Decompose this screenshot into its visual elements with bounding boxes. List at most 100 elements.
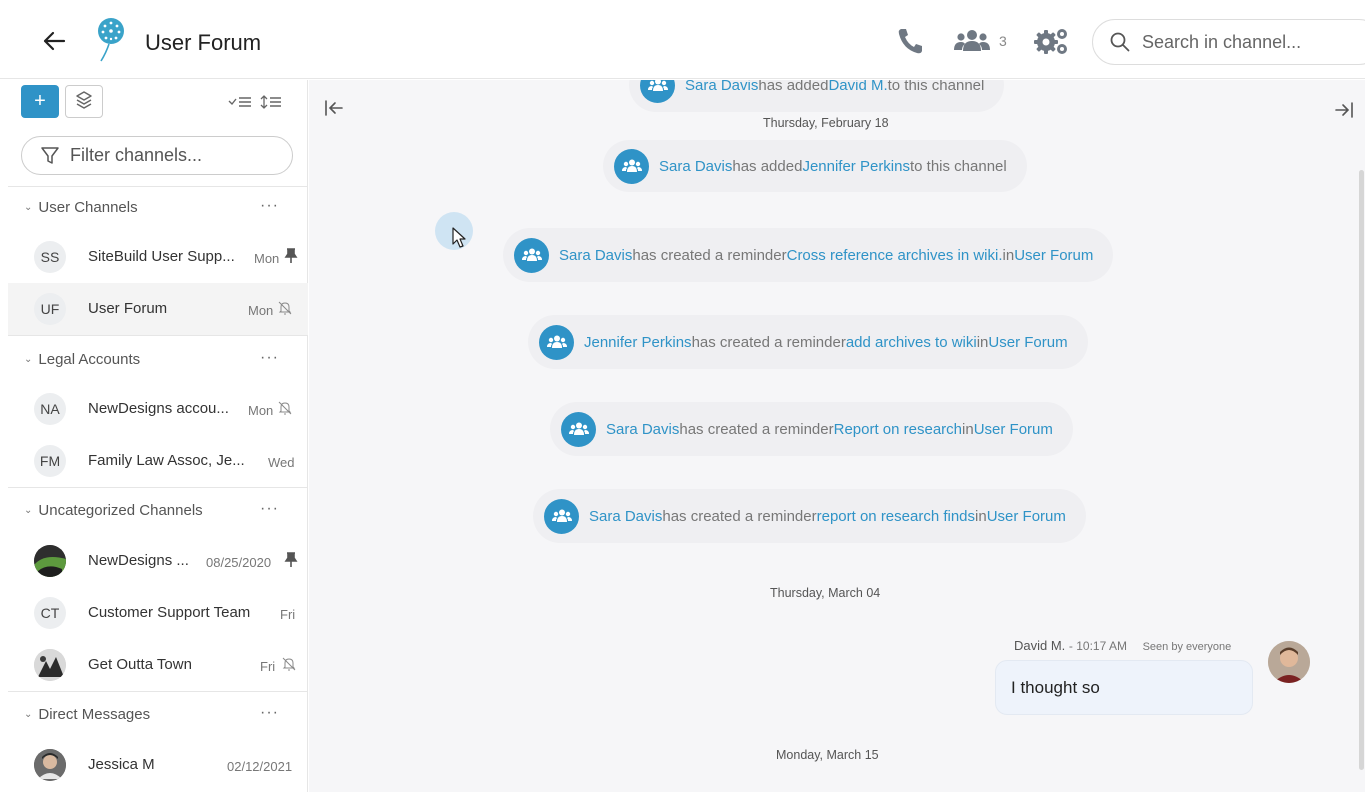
channel-item-jessica-m[interactable]: Jessica M 02/12/2021 bbox=[8, 739, 308, 791]
travel-photo-icon bbox=[34, 649, 66, 681]
pin-icon bbox=[284, 248, 298, 263]
event-suffix: to this channel bbox=[887, 80, 985, 94]
channel-link[interactable]: User Forum bbox=[988, 334, 1067, 351]
section-header-direct-messages[interactable]: ⌄ Direct Messages ··· bbox=[8, 694, 308, 734]
event-actor-link[interactable]: Sara Davis bbox=[659, 158, 732, 175]
channel-item-get-outta-town[interactable]: Get Outta Town Fri bbox=[8, 639, 308, 691]
channel-item-newdesigns[interactable]: NewDesigns ... 08/25/2020 bbox=[8, 535, 308, 587]
section-header-uncategorized[interactable]: ⌄ Uncategorized Channels ··· bbox=[8, 490, 308, 530]
more-options-icon[interactable]: ··· bbox=[260, 705, 279, 721]
channel-sidebar: + ⌄ bbox=[8, 80, 308, 792]
avatar: FM bbox=[34, 445, 66, 477]
event-text: has added bbox=[758, 80, 829, 94]
date-separator: Thursday, March 04 bbox=[770, 586, 881, 600]
channel-link[interactable]: User Forum bbox=[974, 421, 1053, 438]
event-actor-link[interactable]: Sara Davis bbox=[606, 421, 679, 438]
system-event: Sara Davis has added Jennifer Perkins to… bbox=[603, 140, 1027, 192]
seen-status: Seen by everyone bbox=[1142, 641, 1232, 653]
channel-name: SiteBuild User Supp... bbox=[88, 248, 235, 265]
pin-icon bbox=[284, 552, 298, 567]
message-bubble[interactable]: I thought so bbox=[995, 660, 1253, 715]
event-actor-link[interactable]: Sara Davis bbox=[559, 247, 632, 264]
avatar: CT bbox=[34, 597, 66, 629]
reminder-link[interactable]: Report on research bbox=[834, 421, 962, 438]
avatar: UF bbox=[34, 293, 66, 325]
group-icon bbox=[514, 237, 549, 273]
collapse-sidebar-icon[interactable] bbox=[323, 98, 345, 118]
channel-item-user-forum[interactable]: UF User Forum Mon bbox=[8, 283, 308, 335]
channel-item-family-law[interactable]: FM Family Law Assoc, Je... Wed bbox=[8, 435, 308, 487]
channel-name: NewDesigns ... bbox=[88, 552, 189, 569]
system-event: Jennifer Perkins has created a reminder … bbox=[528, 315, 1088, 369]
event-object-link[interactable]: David M. bbox=[828, 80, 887, 94]
channel-link[interactable]: User Forum bbox=[987, 508, 1066, 525]
avatar-image bbox=[34, 649, 66, 681]
channel-date: Mon bbox=[248, 303, 274, 318]
reminder-link[interactable]: report on research finds bbox=[817, 508, 975, 525]
event-actor-link[interactable]: Sara Davis bbox=[685, 80, 758, 94]
more-options-icon[interactable]: ··· bbox=[260, 198, 279, 214]
message-author[interactable]: David M. bbox=[1014, 638, 1065, 653]
settings-gears-icon[interactable] bbox=[1032, 26, 1070, 56]
layers-button[interactable] bbox=[65, 85, 103, 118]
section-header-legal-accounts[interactable]: ⌄ Legal Accounts ··· bbox=[8, 339, 308, 379]
group-icon bbox=[640, 80, 675, 103]
channel-date: Mon bbox=[254, 251, 280, 266]
date-separator: Monday, March 15 bbox=[776, 748, 879, 762]
channel-name: Family Law Assoc, Je... bbox=[88, 452, 245, 469]
channel-date: 02/12/2021 bbox=[227, 759, 293, 774]
sort-order-icon[interactable] bbox=[260, 95, 282, 109]
sort-check-icon[interactable] bbox=[228, 95, 252, 109]
back-arrow-icon[interactable] bbox=[40, 27, 68, 55]
dandelion-logo-icon bbox=[98, 18, 124, 62]
avatar: SS bbox=[34, 241, 66, 273]
channel-item-sitebuild[interactable]: SS SiteBuild User Supp... Mon bbox=[8, 231, 308, 283]
more-options-icon[interactable]: ··· bbox=[260, 501, 279, 517]
app-header: User Forum 3 bbox=[0, 0, 1365, 79]
event-actor-link[interactable]: Jennifer Perkins bbox=[584, 334, 692, 351]
event-text: has created a reminder bbox=[632, 246, 787, 264]
event-actor-link[interactable]: Sara Davis bbox=[589, 508, 662, 525]
channel-search-box[interactable] bbox=[1092, 19, 1365, 65]
section-title: Uncategorized Channels bbox=[38, 501, 203, 519]
sidebar-toolbar: + bbox=[21, 85, 301, 119]
channel-item-customer-support[interactable]: CT Customer Support Team Fri bbox=[8, 587, 308, 639]
system-event: Sara Davis has created a reminder Cross … bbox=[503, 228, 1114, 282]
add-channel-button[interactable]: + bbox=[21, 85, 59, 118]
event-text: has created a reminder bbox=[662, 507, 817, 525]
chevron-down-icon: ⌄ bbox=[24, 353, 33, 365]
chevron-down-icon: ⌄ bbox=[24, 708, 33, 720]
event-mid: in bbox=[962, 420, 974, 438]
section-header-user-channels[interactable]: ⌄ User Channels ··· bbox=[8, 187, 308, 227]
message-author-avatar[interactable] bbox=[1268, 641, 1310, 683]
more-options-icon[interactable]: ··· bbox=[260, 350, 279, 366]
filter-channels-box[interactable] bbox=[21, 136, 293, 175]
channel-name: Customer Support Team bbox=[88, 604, 251, 621]
channel-link[interactable]: User Forum bbox=[1014, 247, 1093, 264]
chat-scrollbar[interactable] bbox=[1359, 170, 1364, 770]
event-mid: in bbox=[975, 507, 987, 525]
muted-bell-icon bbox=[278, 301, 292, 315]
event-object-link[interactable]: Jennifer Perkins bbox=[802, 158, 910, 175]
search-input[interactable] bbox=[1142, 31, 1362, 53]
event-text: has added bbox=[732, 157, 803, 175]
phone-icon[interactable] bbox=[895, 26, 927, 56]
group-icon bbox=[614, 148, 649, 184]
chat-panel: Sara Davis has added David M. to this ch… bbox=[309, 80, 1365, 792]
channel-item-newdesigns-accounts[interactable]: NA NewDesigns accou... Mon bbox=[8, 383, 308, 435]
section-divider bbox=[8, 335, 308, 336]
channel-date: Fri bbox=[280, 607, 296, 622]
member-count: 3 bbox=[999, 33, 1007, 49]
members-button[interactable]: 3 bbox=[952, 26, 1012, 56]
filter-channels-input[interactable] bbox=[70, 145, 280, 166]
sort-controls bbox=[228, 95, 282, 109]
users-icon bbox=[954, 30, 990, 51]
reminder-link[interactable]: Cross reference archives in wiki. bbox=[787, 247, 1003, 264]
section-divider bbox=[8, 487, 308, 488]
section-title: User Channels bbox=[38, 198, 138, 216]
expand-panel-icon[interactable] bbox=[1333, 100, 1355, 120]
event-suffix: to this channel bbox=[910, 157, 1007, 175]
event-mid: in bbox=[976, 333, 989, 351]
reminder-link[interactable]: add archives to wiki bbox=[846, 334, 977, 351]
system-event: Sara Davis has added David M. to this ch… bbox=[629, 80, 1005, 112]
